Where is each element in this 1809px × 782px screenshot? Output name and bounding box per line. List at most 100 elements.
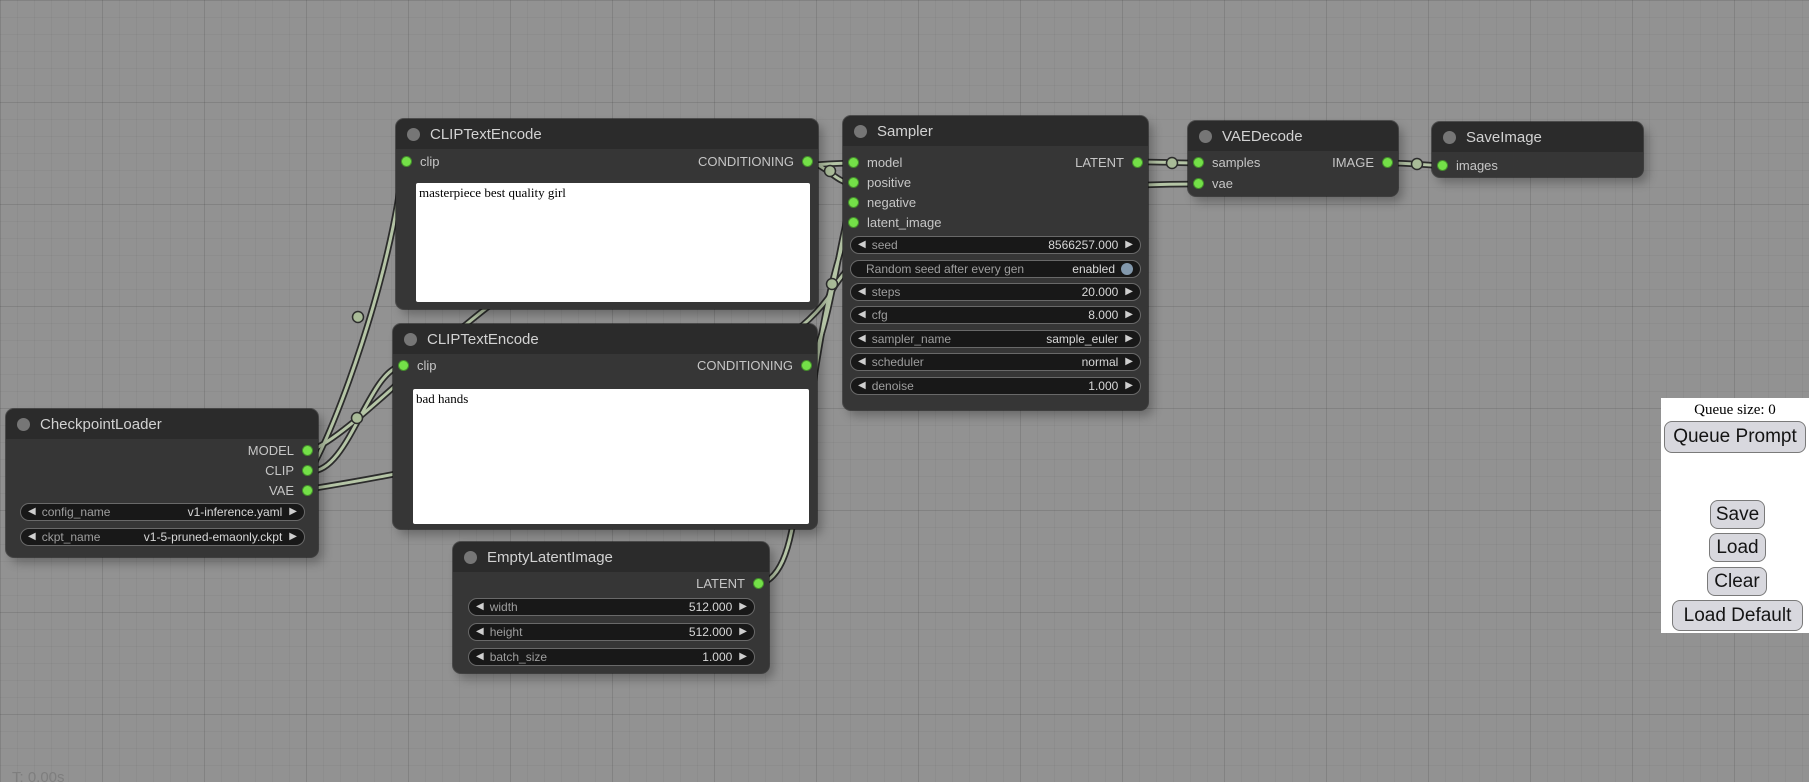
output-port-conditioning[interactable] [801,360,812,371]
decrement-arrow-icon[interactable]: ◀ [476,602,484,612]
decrement-arrow-icon[interactable]: ◀ [28,507,36,517]
input-slot-vae: vae [1188,174,1398,194]
input-slot-latent-image: latent_image [843,213,1148,233]
collapse-dot-icon[interactable] [464,551,477,564]
node-empty-latent-image[interactable]: EmptyLatentImage LATENT ◀ width 512.000 … [453,542,769,673]
collapse-dot-icon[interactable] [404,333,417,346]
node-title-bar[interactable]: Sampler [843,116,1148,146]
queue-prompt-button[interactable]: Queue Prompt [1664,421,1806,453]
decrement-arrow-icon[interactable]: ◀ [858,357,866,367]
widget-height[interactable]: ◀ height 512.000 ▶ [468,623,755,641]
collapse-dot-icon[interactable] [1443,131,1456,144]
node-vae-decode[interactable]: VAEDecode samples vae IMAGE [1188,121,1398,196]
negative-prompt-textarea[interactable]: bad hands [413,389,809,524]
widget-batch-size[interactable]: ◀ batch_size 1.000 ▶ [468,648,755,666]
output-port-image[interactable] [1382,157,1393,168]
node-title-bar[interactable]: EmptyLatentImage [453,542,769,572]
link-dot-icon [352,413,363,424]
output-port-conditioning[interactable] [802,156,813,167]
widget-width[interactable]: ◀ width 512.000 ▶ [468,598,755,616]
output-port-clip[interactable] [302,465,313,476]
decrement-arrow-icon[interactable]: ◀ [858,381,866,391]
widget-seed[interactable]: ◀ seed 8566257.000 ▶ [850,236,1141,254]
increment-arrow-icon[interactable]: ▶ [739,652,747,662]
collapse-dot-icon[interactable] [1199,130,1212,143]
node-title-bar[interactable]: SaveImage [1432,122,1643,152]
output-slot-conditioning: CONDITIONING [396,152,818,172]
widget-denoise[interactable]: ◀ denoise 1.000 ▶ [850,377,1141,395]
widget-cfg[interactable]: ◀ cfg 8.000 ▶ [850,306,1141,324]
increment-arrow-icon[interactable]: ▶ [289,507,297,517]
input-slot-images: images [1432,156,1643,176]
widget-ckpt-name[interactable]: ◀ ckpt_name v1-5-pruned-emaonly.ckpt ▶ [20,528,305,546]
input-port-vae[interactable] [1193,178,1204,189]
node-title: SaveImage [1466,129,1542,146]
increment-arrow-icon[interactable]: ▶ [739,627,747,637]
input-port-positive[interactable] [848,177,859,188]
load-default-button[interactable]: Load Default [1672,600,1803,631]
link-dot-icon [1167,158,1178,169]
output-port-latent[interactable] [1132,157,1143,168]
input-port-negative[interactable] [848,197,859,208]
widget-scheduler[interactable]: ◀ scheduler normal ▶ [850,353,1141,371]
render-time-label: T: 0.00s [12,769,65,782]
node-clip-text-encode-positive[interactable]: CLIPTextEncode clip CONDITIONING masterp… [396,119,818,309]
input-port-latent-image[interactable] [848,217,859,228]
increment-arrow-icon[interactable]: ▶ [1125,381,1133,391]
toggle-dot-icon[interactable] [1121,263,1133,275]
output-slot-clip: CLIP [6,461,318,481]
output-slot-latent: LATENT [843,153,1148,173]
increment-arrow-icon[interactable]: ▶ [1125,240,1133,250]
increment-arrow-icon[interactable]: ▶ [1125,357,1133,367]
widget-config-name[interactable]: ◀ config_name v1-inference.yaml ▶ [20,503,305,521]
increment-arrow-icon[interactable]: ▶ [739,602,747,612]
link-dot-icon [1412,159,1423,170]
save-button[interactable]: Save [1710,500,1765,529]
output-slot-vae: VAE [6,481,318,501]
node-title-bar[interactable]: CLIPTextEncode [393,324,817,354]
node-title: EmptyLatentImage [487,549,613,566]
node-title-bar[interactable]: CLIPTextEncode [396,119,818,149]
link-clip-negative-wire [310,366,401,471]
output-slot-latent: LATENT [453,574,769,594]
output-port-model[interactable] [302,445,313,456]
widget-random-seed-toggle[interactable]: Random seed after every gen enabled [850,260,1141,278]
increment-arrow-icon[interactable]: ▶ [289,532,297,542]
input-port-images[interactable] [1437,160,1448,171]
clear-button[interactable]: Clear [1707,567,1767,596]
output-port-vae[interactable] [302,485,313,496]
output-port-latent[interactable] [753,578,764,589]
decrement-arrow-icon[interactable]: ◀ [858,310,866,320]
increment-arrow-icon[interactable]: ▶ [1125,287,1133,297]
node-graph-canvas[interactable]: CheckpointLoader MODEL CLIP VAE ◀ config… [0,0,1809,782]
decrement-arrow-icon[interactable]: ◀ [476,627,484,637]
decrement-arrow-icon[interactable]: ◀ [476,652,484,662]
node-sampler[interactable]: Sampler model positive negative latent_i… [843,116,1148,410]
collapse-dot-icon[interactable] [17,418,30,431]
link-dot-icon [825,166,836,177]
collapse-dot-icon[interactable] [407,128,420,141]
node-clip-text-encode-negative[interactable]: CLIPTextEncode clip CONDITIONING bad han… [393,324,817,529]
side-menu-panel: Queue size: 0 Queue Prompt Save Load Cle… [1661,398,1809,633]
decrement-arrow-icon[interactable]: ◀ [28,532,36,542]
link-dot-icon [827,279,838,290]
widget-steps[interactable]: ◀ steps 20.000 ▶ [850,283,1141,301]
load-button[interactable]: Load [1709,533,1766,562]
link-dot-icon [353,312,364,323]
decrement-arrow-icon[interactable]: ◀ [858,240,866,250]
widget-sampler-name[interactable]: ◀ sampler_name sample_euler ▶ [850,330,1141,348]
decrement-arrow-icon[interactable]: ◀ [858,287,866,297]
positive-prompt-textarea[interactable]: masterpiece best quality girl [416,183,810,302]
increment-arrow-icon[interactable]: ▶ [1125,310,1133,320]
node-save-image[interactable]: SaveImage images [1432,122,1643,177]
input-slot-positive: positive [843,173,1148,193]
decrement-arrow-icon[interactable]: ◀ [858,334,866,344]
collapse-dot-icon[interactable] [854,125,867,138]
node-title-bar[interactable]: CheckpointLoader [6,409,318,439]
output-slot-model: MODEL [6,441,318,461]
node-checkpoint-loader[interactable]: CheckpointLoader MODEL CLIP VAE ◀ config… [6,409,318,557]
node-title-bar[interactable]: VAEDecode [1188,121,1398,151]
increment-arrow-icon[interactable]: ▶ [1125,334,1133,344]
link-clip-positive-wire [310,163,403,471]
input-slot-negative: negative [843,193,1148,213]
